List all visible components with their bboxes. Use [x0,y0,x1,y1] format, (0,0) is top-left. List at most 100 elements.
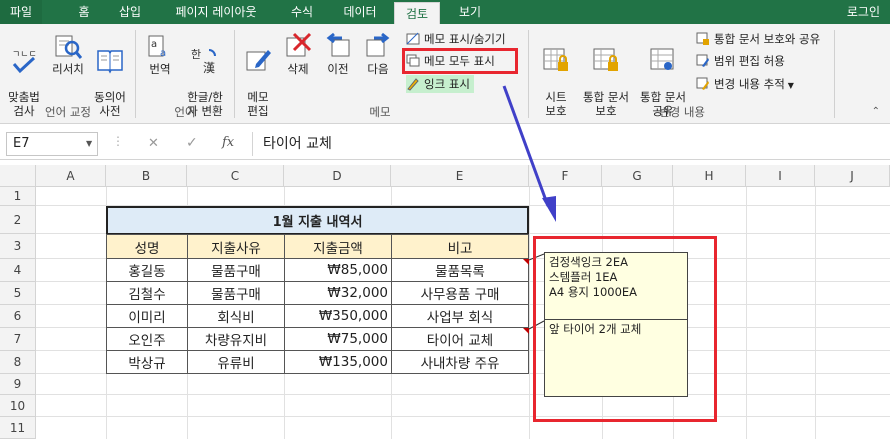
highlight-comments-frame [533,236,717,422]
table-cell[interactable]: 사업부 회식 [391,304,529,328]
tab-home[interactable]: 홈 [64,0,104,24]
table-cell[interactable]: 사무용품 구매 [391,281,529,305]
formula-bar: E7 ▼ ⋮ ✕ ✓ fx 타이어 교체 [0,128,890,160]
translate-button[interactable]: a a 번역 [142,32,178,76]
thesaurus-icon [97,50,123,74]
select-all-corner[interactable] [0,165,36,187]
comment-indicator[interactable] [523,259,529,265]
table-cell[interactable]: 차량유지비 [187,327,285,351]
table-cell[interactable]: ₩75,000 [284,327,392,351]
column-header[interactable]: H [673,165,746,187]
header-cell-reason[interactable]: 지출사유 [187,234,285,259]
table-cell[interactable]: ₩85,000 [284,258,392,282]
group-label-changes: 변경 내용 [659,105,705,119]
gridline [815,187,816,439]
row-header[interactable]: 11 [0,417,36,439]
svg-text:한: 한 [191,48,201,61]
table-cell[interactable]: 이미리 [106,304,188,328]
table-cell[interactable]: ₩32,000 [284,281,392,305]
header-cell-note[interactable]: 비고 [391,234,529,259]
row-header[interactable]: 3 [0,234,36,259]
table-cell[interactable]: 물품구매 [187,258,285,282]
tab-page-layout[interactable]: 페이지 레이아웃 [160,0,272,24]
row-header[interactable]: 8 [0,351,36,374]
row-header[interactable]: 5 [0,282,36,305]
table-cell[interactable]: 오인주 [106,327,188,351]
row-header[interactable]: 1 [0,187,36,206]
show-ink-button[interactable]: 잉크 표시 [406,75,474,93]
header-cell-name[interactable]: 성명 [106,234,188,259]
spelling-icon: ㄱㄴㄷ [12,50,37,74]
arrow-right-icon [366,32,390,57]
lock-sheet-icon [543,48,568,71]
name-box[interactable]: E7 [6,132,98,156]
name-box-dropdown-icon[interactable]: ▼ [86,139,92,148]
group-separator [135,30,136,118]
tab-file[interactable]: 파일 [0,0,42,24]
ribbon-collapse-icon[interactable]: ⌃ [872,106,880,117]
row-header[interactable]: 2 [0,206,36,234]
table-cell[interactable]: 회식비 [187,304,285,328]
table-cell[interactable]: 유류비 [187,350,285,374]
formula-bar-grip-icon: ⋮ [112,134,124,148]
highlight-show-all-comments [402,48,518,74]
track-changes-icon [696,77,709,90]
tab-review[interactable]: 검토 [394,2,440,24]
next-comment-button[interactable]: 다음 [360,32,396,76]
allow-edit-ranges-button[interactable]: 범위 편집 허용 [696,52,785,70]
comment-indicator[interactable] [523,328,529,334]
table-cell[interactable]: 사내차량 주유 [391,350,529,374]
sheet-title-cell[interactable]: 1월 지출 내역서 [106,206,529,235]
column-header[interactable]: B [106,165,187,187]
tab-insert[interactable]: 삽입 [110,0,150,24]
column-header[interactable]: G [602,165,673,187]
row-header[interactable]: 6 [0,305,36,328]
row-header[interactable]: 10 [0,395,36,417]
insert-function-icon[interactable]: fx [222,135,234,150]
delete-comment-button[interactable]: 삭제 [280,32,316,76]
tab-view[interactable]: 보기 [448,0,492,24]
enter-icon[interactable]: ✓ [186,135,198,151]
column-header[interactable]: A [36,165,106,187]
protect-and-share-button[interactable]: 통합 문서 보호와 공유 [696,30,820,48]
table-cell[interactable]: 물품목록 [391,258,529,282]
translate-icon: a a [148,35,166,59]
prev-comment-button[interactable]: 이전 [320,32,356,76]
column-header[interactable]: E [391,165,529,187]
cancel-icon[interactable]: ✕ [148,136,159,151]
column-header[interactable]: F [529,165,602,187]
tab-data[interactable]: 데이터 [332,0,388,24]
row-header[interactable]: 9 [0,374,36,395]
row-header[interactable]: 4 [0,259,36,282]
table-cell[interactable]: 김철수 [106,281,188,305]
table-cell[interactable]: ₩350,000 [284,304,392,328]
column-header[interactable]: I [746,165,815,187]
table-cell[interactable]: ₩135,000 [284,350,392,374]
worksheet-grid: A B C D E F G H I J 1 2 3 4 5 6 7 8 9 10… [0,165,890,439]
next-comment-label: 다음 [367,62,389,76]
column-header[interactable]: J [815,165,890,187]
arrow-left-icon [326,32,350,57]
show-hide-comment-button[interactable]: 메모 표시/숨기기 [406,30,506,48]
tab-formulas[interactable]: 수식 [280,0,324,24]
edit-comment-icon [246,50,271,71]
research-label: 리서치 [52,62,84,76]
formula-input[interactable]: 타이어 교체 [252,132,884,156]
table-cell[interactable]: 타이어 교체 [391,327,529,351]
prev-comment-label: 이전 [327,62,349,76]
research-button[interactable]: 리서치 [48,32,88,76]
login-link[interactable]: 로그인 [847,0,880,24]
table-cell[interactable]: 박상규 [106,350,188,374]
ribbon-review: ㄱㄴㄷ 맞춤법 검사 리서치 동의어 사전 언어 교정 a a 번역 한 漢 한… [0,24,890,124]
header-cell-amount[interactable]: 지출금액 [284,234,392,259]
allow-edit-ranges-label: 범위 편집 허용 [714,54,785,68]
table-cell[interactable]: 물품구매 [187,281,285,305]
track-changes-button[interactable]: 변경 내용 추적 ▼ [696,75,794,93]
group-separator [834,30,835,118]
column-header[interactable]: D [284,165,391,187]
column-header[interactable]: C [187,165,284,187]
table-cell[interactable]: 홍길동 [106,258,188,282]
group-label-proofing: 언어 교정 [45,105,91,119]
row-header[interactable]: 7 [0,328,36,351]
protect-and-share-label: 통합 문서 보호와 공유 [714,32,821,46]
